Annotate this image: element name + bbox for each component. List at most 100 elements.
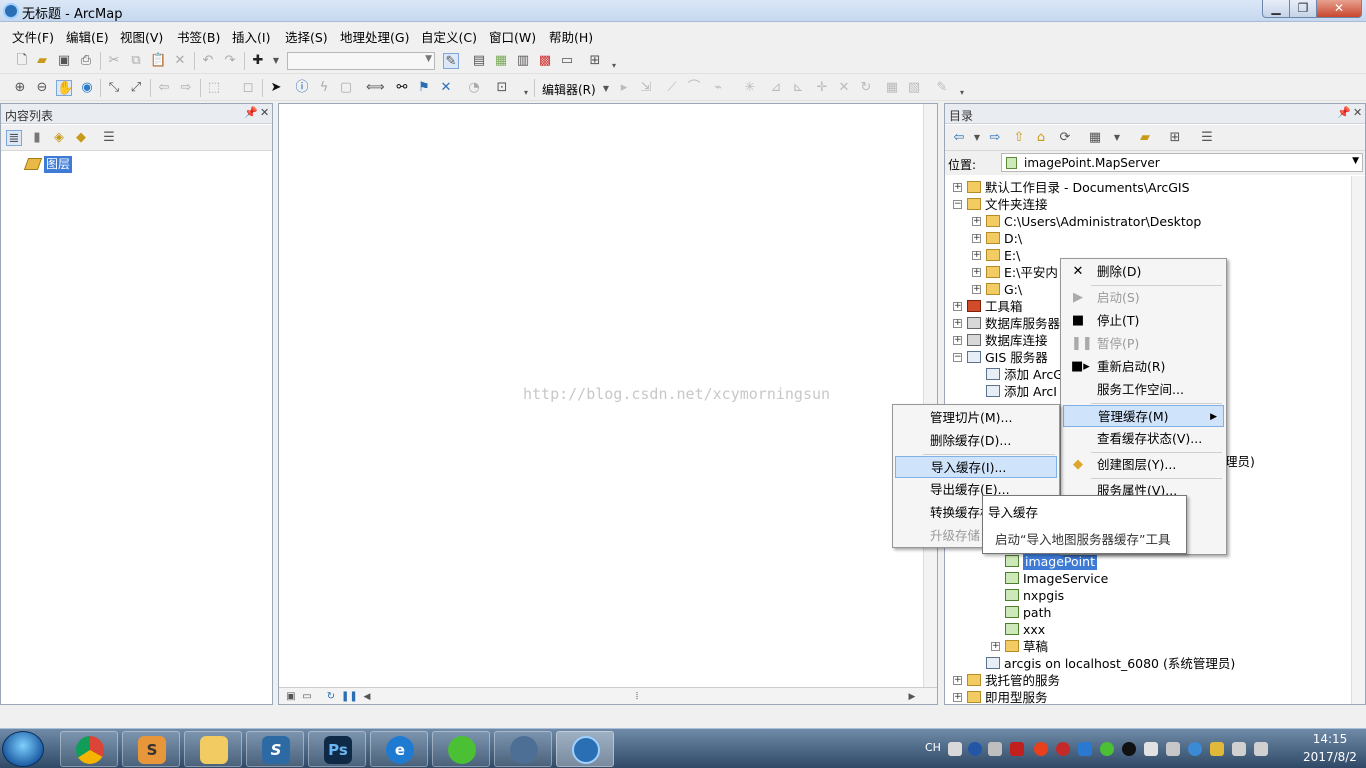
zoom-in-icon[interactable]: ⊕ xyxy=(12,80,28,96)
go-to-xy-icon[interactable]: ✕ xyxy=(438,80,454,96)
editor-toolbar-icon[interactable]: ✎ xyxy=(443,53,459,69)
expand-icon[interactable]: + xyxy=(972,268,981,277)
expand-icon[interactable]: + xyxy=(991,642,1000,651)
qq-icon[interactable] xyxy=(1122,742,1136,756)
toolbar-options-icon[interactable]: ▾ xyxy=(518,85,534,101)
catalog-window-icon[interactable]: ▦ xyxy=(493,53,509,69)
tray-app-icon[interactable] xyxy=(1056,742,1070,756)
expand-icon[interactable]: + xyxy=(953,676,962,685)
find-binoculars-icon[interactable]: ⚯ xyxy=(394,80,410,96)
toolbar-options-icon[interactable]: ▾ xyxy=(606,58,622,74)
expand-icon[interactable]: + xyxy=(953,319,962,328)
close-button[interactable]: ✕ xyxy=(1316,0,1362,18)
back-extent-icon[interactable]: ⇦ xyxy=(156,80,172,96)
clock-date[interactable]: 2017/8/2 xyxy=(1300,750,1360,764)
straight-segment-icon[interactable]: ⟋ xyxy=(664,80,680,96)
attributes-icon[interactable]: ▦ xyxy=(884,80,900,96)
expand-icon[interactable]: + xyxy=(972,251,981,260)
refresh-catalog-icon[interactable]: ⟳ xyxy=(1057,130,1073,146)
menu-bookmarks[interactable]: 书签(B) xyxy=(177,27,220,46)
cut-icon[interactable]: ✂ xyxy=(106,53,122,69)
map-horizontal-scrollbar[interactable]: ▣ ▭ ↻ ❚❚ ◀ ⦙ ▶ xyxy=(279,687,937,704)
menu-insert[interactable]: 插入(I) xyxy=(232,27,270,46)
menu-file[interactable]: 文件(F) xyxy=(12,27,54,46)
location-combo[interactable]: imagePoint.MapServer ▼ xyxy=(1001,153,1363,172)
editor-menu[interactable]: 编辑器(R) xyxy=(542,81,596,98)
redo-icon[interactable]: ↷ xyxy=(222,53,238,69)
taskbar-explorer[interactable] xyxy=(184,731,242,767)
back-arrow-icon[interactable]: ⇦ xyxy=(951,130,967,146)
arcmap-app-icon[interactable] xyxy=(3,3,19,19)
toolbar-options-icon[interactable]: ▾ xyxy=(954,85,970,101)
security-shield-icon[interactable] xyxy=(1078,742,1092,756)
menu-item-restart[interactable]: ■▸ 重新启动(R) xyxy=(1063,356,1224,378)
sketch-properties-icon[interactable]: ▧ xyxy=(906,80,922,96)
volume-icon[interactable] xyxy=(1254,742,1268,756)
cut-polygons-icon[interactable]: ✛ xyxy=(814,80,830,96)
hyperlink-icon[interactable]: ϟ xyxy=(316,80,332,96)
taskbar-chrome[interactable] xyxy=(60,731,118,767)
back-dropdown-icon[interactable]: ▼ xyxy=(969,130,985,146)
point-icon[interactable]: ✳ xyxy=(742,80,758,96)
forward-extent-icon[interactable]: ⇨ xyxy=(178,80,194,96)
search-window-icon[interactable]: ▥ xyxy=(515,53,531,69)
list-by-visibility-icon[interactable]: ◈ xyxy=(51,130,67,146)
expand-icon[interactable]: + xyxy=(953,336,962,345)
menu-item-view-cache-status[interactable]: 查看缓存状态(V)... xyxy=(1063,428,1224,450)
time-slider-icon[interactable]: ◔ xyxy=(466,80,482,96)
forward-arrow-icon[interactable]: ⇨ xyxy=(987,130,1003,146)
view-dropdown-icon[interactable]: ▼ xyxy=(1109,130,1125,146)
signal-icon[interactable] xyxy=(1232,742,1246,756)
split-icon[interactable]: ✕ xyxy=(836,80,852,96)
copy-icon[interactable]: ⧉ xyxy=(128,53,144,69)
edit-vertices-icon[interactable]: ⊿ xyxy=(768,80,784,96)
view-grid-icon[interactable]: ▦ xyxy=(1087,130,1103,146)
ime-indicator[interactable]: CH xyxy=(925,741,941,754)
layout-view-icon[interactable]: ▭ xyxy=(299,689,315,705)
taskbar-arcmap[interactable] xyxy=(556,731,614,767)
map-view[interactable]: http://blog.csdn.net/xcymorningsun ▣ ▭ ↻… xyxy=(278,103,938,705)
add-data-icon[interactable]: ✚ xyxy=(250,53,266,69)
zoom-out-icon[interactable]: ⊖ xyxy=(34,80,50,96)
full-extent-globe-icon[interactable]: ◉ xyxy=(79,80,95,96)
pause-drawing-icon[interactable]: ❚❚ xyxy=(341,689,358,705)
layers-label[interactable]: 图层 xyxy=(44,156,73,173)
scroll-right-icon[interactable]: ▶ xyxy=(904,689,920,705)
help-icon[interactable] xyxy=(968,742,982,756)
clock-time[interactable]: 14:15 xyxy=(1300,732,1360,746)
keyboard-icon[interactable] xyxy=(948,742,962,756)
menu-geoprocessing[interactable]: 地理处理(G) xyxy=(340,27,409,46)
catalog-vertical-scrollbar[interactable] xyxy=(1351,176,1365,704)
connect-folder-icon[interactable]: ▰ xyxy=(1137,130,1153,146)
expand-icon[interactable]: + xyxy=(972,234,981,243)
taskbar-sublime[interactable]: S xyxy=(122,731,180,767)
list-by-selection-icon[interactable]: ◆ xyxy=(73,130,89,146)
tray-app-icon[interactable] xyxy=(1144,742,1158,756)
menu-view[interactable]: 视图(V) xyxy=(120,27,163,46)
save-icon[interactable]: ▣ xyxy=(56,53,72,69)
clear-selection-icon[interactable]: ◻ xyxy=(240,80,256,96)
create-features-icon[interactable]: ✎ xyxy=(934,80,950,96)
adobe-icon[interactable] xyxy=(1010,742,1024,756)
list-by-source-icon[interactable]: ▮ xyxy=(29,130,45,146)
menu-item-delete-cache[interactable]: 删除缓存(D)... xyxy=(895,430,1057,452)
arctoolbox-icon[interactable]: ▩ xyxy=(537,53,553,69)
toggle-contents-panel-icon[interactable]: ⊞ xyxy=(1167,130,1183,146)
expand-icon[interactable]: + xyxy=(953,183,962,192)
menu-item-start[interactable]: ▶ 启动(S) xyxy=(1063,287,1224,309)
select-features-icon[interactable]: ⬚ xyxy=(206,80,222,96)
menu-item-import-cache[interactable]: 导入缓存(I)... xyxy=(895,456,1057,478)
select-elements-arrow-icon[interactable]: ➤ xyxy=(268,80,284,96)
find-route-icon[interactable]: ⚑ xyxy=(416,80,432,96)
tray-app-icon[interactable] xyxy=(1210,742,1224,756)
rotate-icon[interactable]: ↻ xyxy=(858,80,874,96)
menu-item-service-workspaces[interactable]: 服务工作空间... xyxy=(1063,379,1224,401)
undo-icon[interactable]: ↶ xyxy=(200,53,216,69)
model-builder-icon[interactable]: ⊞ xyxy=(587,53,603,69)
trace-icon[interactable]: ⌁ xyxy=(710,80,726,96)
chevron-down-icon[interactable]: ▼ xyxy=(1352,156,1359,166)
new-document-icon[interactable]: 🗋 xyxy=(14,53,30,69)
menu-customize[interactable]: 自定义(C) xyxy=(421,27,477,46)
fixed-zoom-in-icon[interactable]: ⤡ xyxy=(106,80,122,96)
network-globe-icon[interactable] xyxy=(1188,742,1202,756)
